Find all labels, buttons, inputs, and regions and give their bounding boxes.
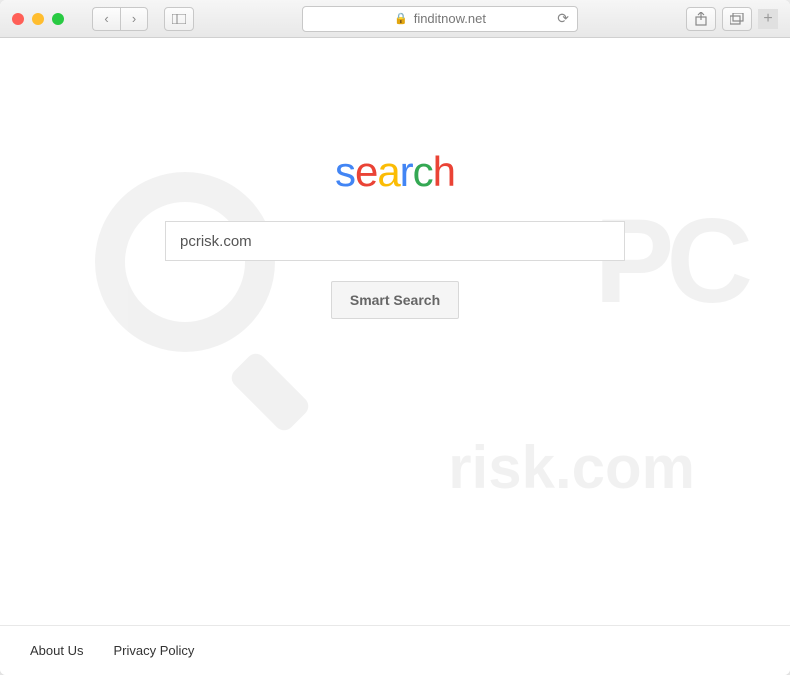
search-input[interactable] [165, 221, 625, 261]
search-area: search Smart Search [165, 148, 625, 319]
footer: About Us Privacy Policy [0, 625, 790, 675]
lock-icon: 🔒 [394, 12, 408, 25]
window-controls [12, 13, 64, 25]
sidebar-icon [172, 14, 186, 24]
plus-icon: + [763, 10, 772, 28]
chevron-left-icon: ‹ [104, 11, 108, 26]
chevron-right-icon: › [132, 11, 136, 26]
forward-button[interactable]: › [120, 7, 148, 31]
back-button[interactable]: ‹ [92, 7, 120, 31]
new-tab-button[interactable]: + [758, 9, 778, 29]
maximize-icon[interactable] [52, 13, 64, 25]
url-text: finditnow.net [414, 11, 486, 26]
page-content: PC risk.com search Smart Search [0, 38, 790, 625]
share-icon [695, 12, 707, 26]
share-button[interactable] [686, 7, 716, 31]
titlebar: ‹ › 🔒 finditnow.net ⟳ [0, 0, 790, 38]
nav-buttons: ‹ › [92, 7, 148, 31]
search-logo: search [335, 148, 455, 196]
privacy-link[interactable]: Privacy Policy [113, 643, 194, 658]
reload-icon[interactable]: ⟳ [557, 10, 569, 27]
tabs-icon [730, 13, 744, 25]
browser-window: ‹ › 🔒 finditnow.net ⟳ [0, 0, 790, 675]
toolbar-right: + [686, 7, 778, 31]
search-button[interactable]: Smart Search [331, 281, 459, 319]
about-link[interactable]: About Us [30, 643, 83, 658]
minimize-icon[interactable] [32, 13, 44, 25]
tabs-button[interactable] [722, 7, 752, 31]
sidebar-toggle-button[interactable] [164, 7, 194, 31]
address-bar[interactable]: 🔒 finditnow.net ⟳ [302, 6, 578, 32]
close-icon[interactable] [12, 13, 24, 25]
